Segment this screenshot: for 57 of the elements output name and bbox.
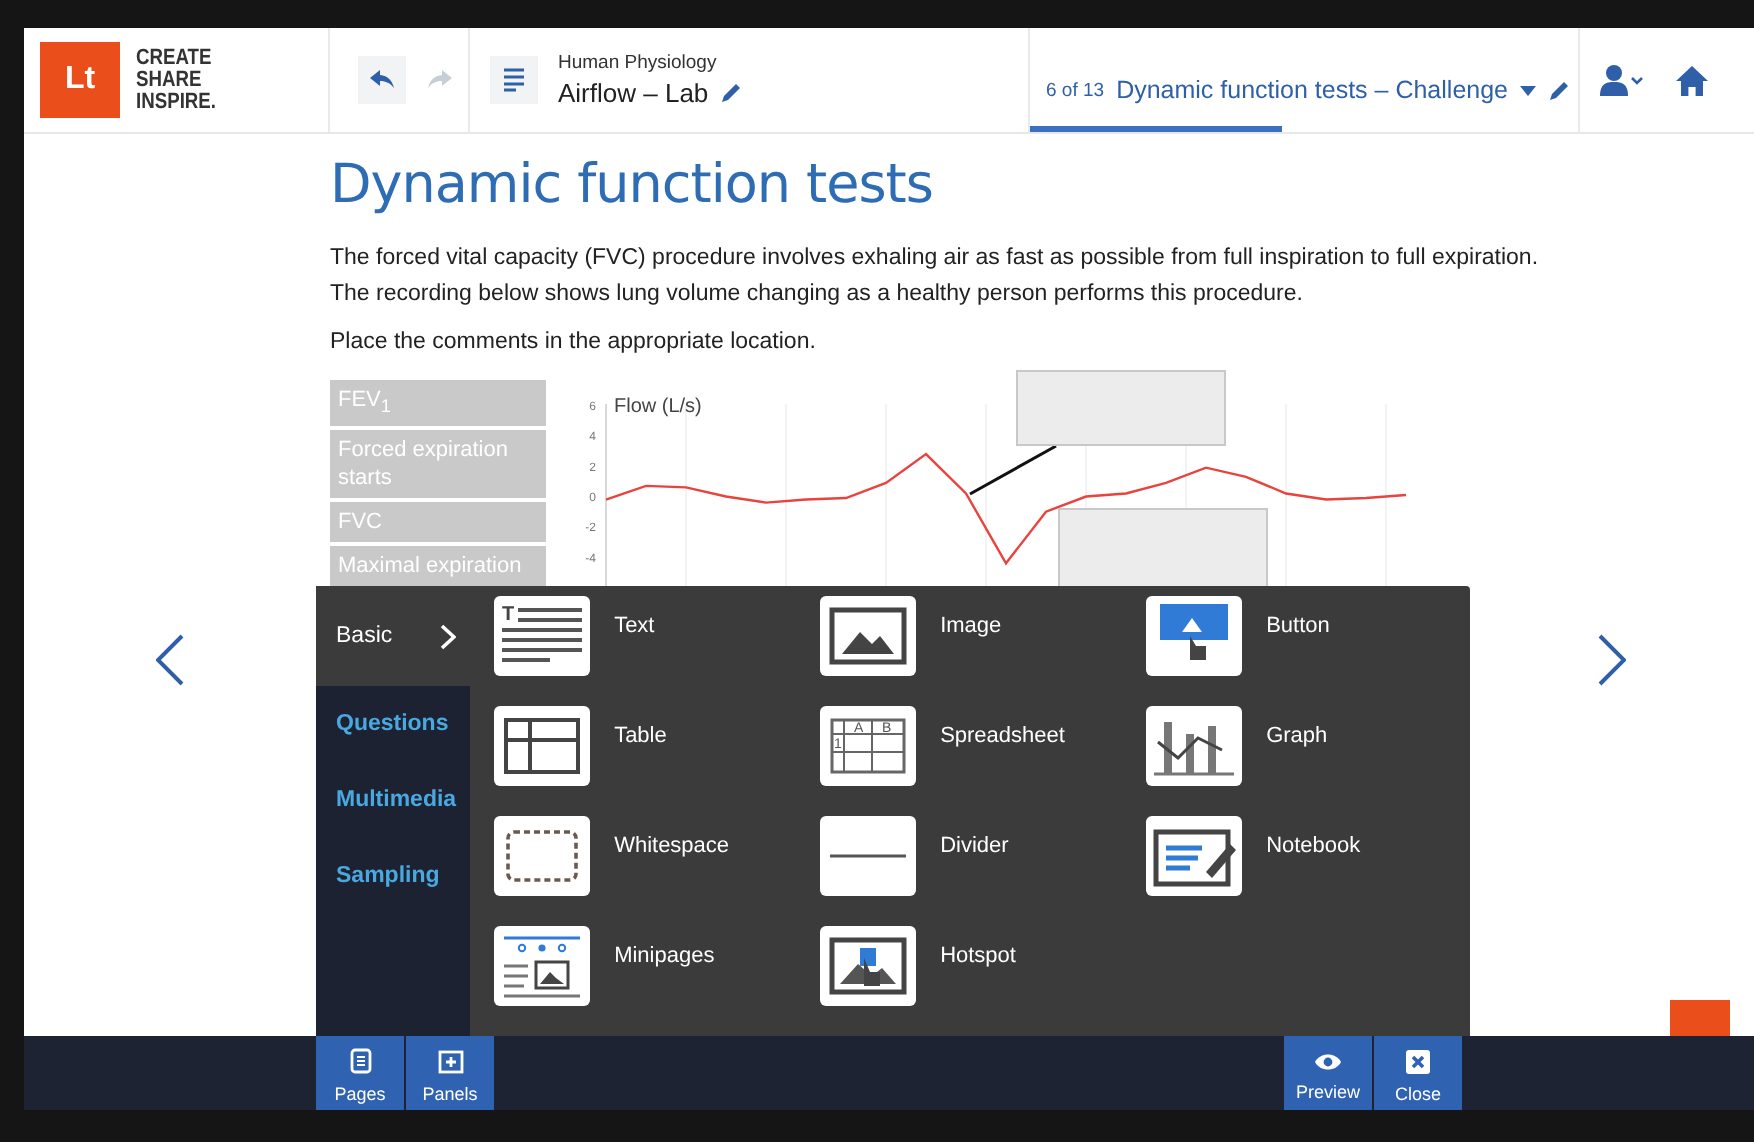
hotspot-tile[interactable]: [820, 926, 917, 1006]
edit-icon[interactable]: [1548, 79, 1570, 101]
chevron-icon: [440, 623, 457, 649]
close-icon: [1406, 1049, 1430, 1073]
minipages-tile[interactable]: [494, 926, 591, 1006]
eye-icon: [1314, 1051, 1342, 1071]
caret-icon[interactable]: [1520, 85, 1536, 95]
lesson-title: Airflow – Lab: [558, 78, 709, 108]
logo-tagline: CREATE: [136, 47, 214, 69]
category-tab[interactable]: Sampling: [316, 838, 471, 914]
home-icon[interactable]: [1676, 65, 1708, 95]
element-label: Notebook: [1266, 832, 1361, 858]
intro-paragraph: The forced vital capacity (FVC) procedure involves exhaling air as fast as possible from full inspiration to full expiration. The recording below shows lung volume changing as a healthy person performs this procedure.: [330, 244, 1541, 310]
logo-tagline: SHARE: [136, 69, 204, 91]
menu-icon: [504, 68, 524, 92]
course-title: Human Physiology: [558, 52, 719, 74]
leader-line: [969, 444, 1057, 496]
category-tab[interactable]: Questions: [316, 686, 471, 762]
add-icon: [437, 1049, 463, 1073]
page-heading: Dynamic function tests: [330, 154, 935, 216]
button-tile[interactable]: [1146, 596, 1243, 676]
text-tile[interactable]: T: [494, 596, 591, 676]
preview-button[interactable]: Preview: [1284, 1036, 1372, 1110]
table-tile[interactable]: [494, 706, 591, 786]
page-icon: [349, 1048, 371, 1074]
element-label: Image: [940, 612, 1002, 638]
graph-tile[interactable]: [1146, 706, 1243, 786]
element-label: Table: [614, 722, 667, 748]
element-label: Graph: [1266, 722, 1328, 748]
element-label: Whitespace: [614, 832, 730, 858]
category-tab[interactable]: Basic: [316, 586, 471, 686]
instruction-text: Place the comments in the appropriate location.: [330, 328, 818, 358]
element-label: Text: [614, 612, 655, 638]
logo-mark: Lt: [40, 42, 120, 118]
line-icon: [830, 854, 907, 858]
element-label: Spreadsheet: [940, 722, 1065, 748]
undo-button[interactable]: [358, 56, 406, 104]
page-counter: 6 of 13: [1046, 79, 1105, 101]
notebook-tile[interactable]: [1146, 816, 1243, 896]
element-label: Hotspot: [940, 942, 1016, 968]
close-button[interactable]: Close: [1374, 1036, 1462, 1110]
page-title-dropdown[interactable]: Dynamic function tests – Challenge: [1116, 76, 1508, 104]
panels-button[interactable]: Panels: [406, 1036, 494, 1110]
whitespace-tile[interactable]: [494, 816, 591, 896]
menu-button[interactable]: [490, 56, 538, 104]
element-label: Button: [1266, 612, 1330, 638]
logo-tagline: INSPIRE.: [136, 91, 217, 113]
undo-icon: [368, 68, 396, 92]
category-tab[interactable]: Multimedia: [316, 762, 471, 838]
element-label: Minipages: [614, 942, 715, 968]
pages-button[interactable]: Pages: [316, 1036, 404, 1110]
axis-label: Flow (L/s): [614, 396, 702, 418]
element-label: Divider: [940, 832, 1009, 858]
user-icon[interactable]: [1600, 64, 1644, 96]
divider-tile[interactable]: [820, 816, 917, 896]
edit-icon[interactable]: [720, 82, 743, 104]
image-tile[interactable]: [820, 596, 917, 676]
